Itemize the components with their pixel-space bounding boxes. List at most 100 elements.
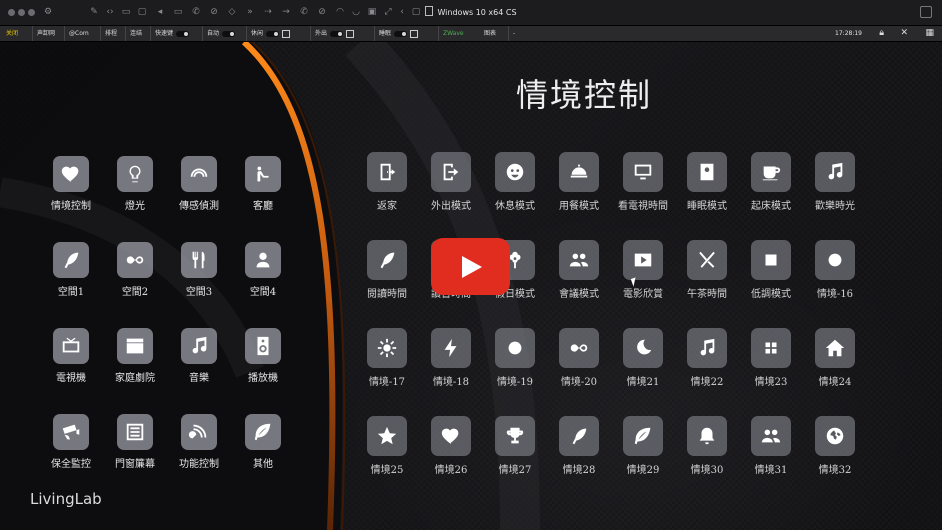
scene-label: 情境31 bbox=[754, 465, 788, 476]
scene-tile[interactable]: 電影欣賞 bbox=[608, 240, 678, 300]
menu-item-tile[interactable]: 功能控制 bbox=[164, 414, 234, 470]
scene-tile[interactable]: 外出模式 bbox=[416, 152, 486, 212]
toolbar-com[interactable]: @Com bbox=[64, 26, 89, 41]
music-icon bbox=[181, 328, 217, 364]
sleep-toggle[interactable] bbox=[394, 30, 408, 37]
scene-tile[interactable]: 情境26 bbox=[416, 416, 486, 476]
away-toggle[interactable] bbox=[330, 30, 344, 37]
menu-item-label: 電視機 bbox=[56, 373, 86, 384]
scene-tile[interactable]: 看電視時間 bbox=[608, 152, 678, 212]
menu-item-tile[interactable]: 電視機 bbox=[36, 328, 106, 384]
scene-label: 閱讀時間 bbox=[367, 289, 407, 300]
menu-item-tile[interactable]: 空間4 bbox=[228, 242, 298, 298]
menu-item-tile[interactable]: 其他 bbox=[228, 414, 298, 470]
calendar-icon[interactable] bbox=[282, 29, 291, 38]
door-icon bbox=[367, 152, 407, 192]
toolbar-chart[interactable]: 图表 bbox=[484, 26, 496, 41]
toolbar-schedule[interactable]: 排程 bbox=[100, 26, 117, 41]
circle-icon bbox=[815, 240, 855, 280]
toolbar-auto[interactable]: 自动 bbox=[202, 26, 236, 41]
scene-tile[interactable]: 情境24 bbox=[800, 328, 870, 388]
auto-toggle[interactable] bbox=[222, 30, 236, 37]
toolbar-sleep[interactable]: 睡眠 bbox=[374, 26, 419, 41]
scene-tile[interactable]: 情境-17 bbox=[352, 328, 422, 388]
menu-item-tile[interactable]: 燈光 bbox=[100, 156, 170, 212]
grid-icon bbox=[751, 328, 791, 368]
scene-tile[interactable]: 情境21 bbox=[608, 328, 678, 388]
scene-label: 情境22 bbox=[690, 377, 724, 388]
menu-item-label: 空間4 bbox=[249, 287, 277, 298]
tools-icon[interactable]: ✕ bbox=[900, 28, 908, 39]
toolbar-away[interactable]: 外出 bbox=[310, 26, 355, 41]
leisure-toggle[interactable] bbox=[266, 30, 280, 37]
menu-item-tile[interactable]: 門窗簾幕 bbox=[100, 414, 170, 470]
scene-tile[interactable]: 低調模式 bbox=[736, 240, 806, 300]
scene-label: 返家 bbox=[377, 201, 397, 212]
square-icon bbox=[751, 240, 791, 280]
scene-label: 休息模式 bbox=[495, 201, 535, 212]
scene-tile[interactable]: 會議模式 bbox=[544, 240, 614, 300]
menu-item-label: 燈光 bbox=[125, 201, 145, 212]
window-titlebar: ⚙ ✎ ‹› ▭ ▢ ◂ ▭ ✆ ⊘ ◇ » ⇢ → ✆ ⊘ ◠ ◡ ▣ ⤢ ‹… bbox=[0, 0, 942, 26]
scene-tile[interactable]: 情境27 bbox=[480, 416, 550, 476]
menu-item-tile[interactable]: 傳感偵測 bbox=[164, 156, 234, 212]
scene-tile[interactable]: 情境-18 bbox=[416, 328, 486, 388]
toolbar-close[interactable]: 关闭 bbox=[6, 26, 18, 41]
scene-tile[interactable]: 情境29 bbox=[608, 416, 678, 476]
group-icon bbox=[751, 416, 791, 456]
menu-item-label: 播放機 bbox=[248, 373, 278, 384]
menu-item-tile[interactable]: 空間2 bbox=[100, 242, 170, 298]
menu-item-tile[interactable]: 保全監控 bbox=[36, 414, 106, 470]
toolbar-leisure[interactable]: 休闲 bbox=[246, 26, 291, 41]
menu-item-tile[interactable]: 客廳 bbox=[228, 156, 298, 212]
toolbar-network[interactable]: 声卸网 bbox=[32, 26, 55, 41]
calendar-icon[interactable] bbox=[410, 29, 419, 38]
calendar-icon[interactable] bbox=[346, 29, 355, 38]
scene-tile[interactable]: 情境32 bbox=[800, 416, 870, 476]
menu-item-tile[interactable]: 音樂 bbox=[164, 328, 234, 384]
scene-label: 用餐模式 bbox=[559, 201, 599, 212]
fullscreen-icon[interactable] bbox=[920, 6, 932, 18]
window-title: Windows 10 x64 CS bbox=[0, 6, 942, 17]
calendar-icon[interactable]: ▦ bbox=[925, 28, 934, 39]
scene-tile[interactable]: 情境23 bbox=[736, 328, 806, 388]
scene-tile[interactable]: 休息模式 bbox=[480, 152, 550, 212]
lock-icon[interactable]: 🔒︎ bbox=[879, 28, 884, 39]
scene-tile[interactable]: 情境-16 bbox=[800, 240, 870, 300]
scene-tile[interactable]: 午茶時間 bbox=[672, 240, 742, 300]
scene-tile[interactable]: 閱讀時間 bbox=[352, 240, 422, 300]
menu-item-tile[interactable]: 空間3 bbox=[164, 242, 234, 298]
menu-item-label: 門窗簾幕 bbox=[115, 459, 155, 470]
app-canvas: 情境控制 情境控制 燈光 傳感偵測 客廳 空間1 空間2 空間3 空間4 電視機 家庭劇院 音樂 播放… bbox=[0, 42, 942, 530]
scene-tile[interactable]: 情境25 bbox=[352, 416, 422, 476]
clock: 17:28:19 bbox=[835, 30, 862, 37]
scene-tile[interactable]: 情境31 bbox=[736, 416, 806, 476]
toolbar-link[interactable]: 连结 bbox=[125, 26, 142, 41]
scene-label: 情境-17 bbox=[368, 377, 406, 388]
menu-item-tile[interactable]: 家庭劇院 bbox=[100, 328, 170, 384]
menu-item-tile[interactable]: 情境控制 bbox=[36, 156, 106, 212]
camera-icon bbox=[53, 414, 89, 450]
scene-label: 情境27 bbox=[498, 465, 532, 476]
scene-tile[interactable]: 情境22 bbox=[672, 328, 742, 388]
moon-icon bbox=[623, 328, 663, 368]
menu-item-tile[interactable]: 空間1 bbox=[36, 242, 106, 298]
person-icon bbox=[245, 242, 281, 278]
bolt-icon bbox=[431, 328, 471, 368]
scene-tile[interactable]: 起床模式 bbox=[736, 152, 806, 212]
scene-tile[interactable]: 情境-20 bbox=[544, 328, 614, 388]
scene-tile[interactable]: 返家 bbox=[352, 152, 422, 212]
scene-tile[interactable]: 睡眠模式 bbox=[672, 152, 742, 212]
youtube-play-icon[interactable] bbox=[431, 238, 510, 295]
scene-tile[interactable]: 情境28 bbox=[544, 416, 614, 476]
toolbar-hotkey[interactable]: 快速键 bbox=[150, 26, 190, 41]
menu-item-tile[interactable]: 播放機 bbox=[228, 328, 298, 384]
toolbar-zwave[interactable]: ZWave bbox=[438, 26, 464, 41]
scene-tile[interactable]: 情境30 bbox=[672, 416, 742, 476]
leaf-icon bbox=[623, 416, 663, 456]
scene-tile[interactable]: 情境-19 bbox=[480, 328, 550, 388]
globe-icon bbox=[815, 416, 855, 456]
scene-tile[interactable]: 用餐模式 bbox=[544, 152, 614, 212]
scene-tile[interactable]: 歡樂時光 bbox=[800, 152, 870, 212]
hotkey-toggle[interactable] bbox=[176, 30, 190, 37]
